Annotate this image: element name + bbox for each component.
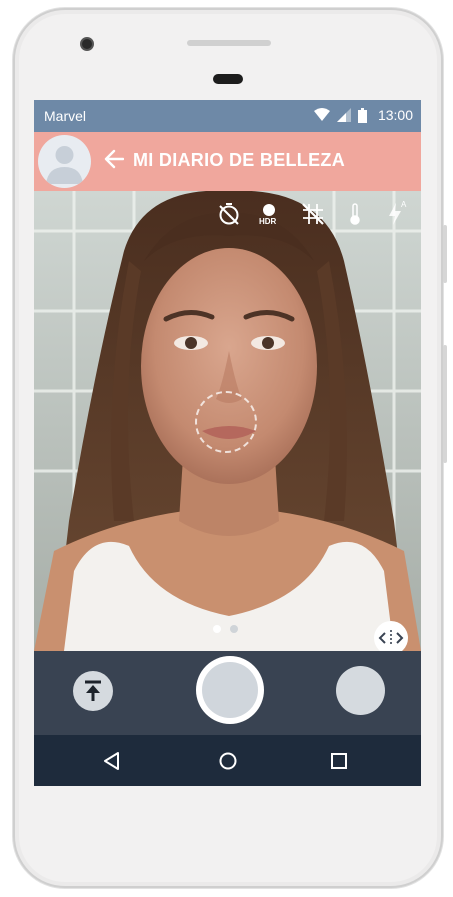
carrier-name: Marvel — [44, 108, 87, 124]
flash-mode-label: A — [401, 200, 407, 209]
recents-square-icon[interactable] — [328, 750, 350, 772]
earpiece-speaker — [187, 40, 271, 46]
gallery-button[interactable] — [336, 666, 385, 715]
system-nav-bar — [34, 735, 421, 786]
grid-off-icon[interactable] — [300, 201, 326, 227]
flip-camera-icon — [378, 630, 404, 646]
front-camera-icon — [80, 37, 94, 51]
avatar[interactable] — [38, 135, 91, 188]
battery-icon — [357, 107, 367, 123]
wifi-icon — [313, 108, 330, 121]
back-triangle-icon[interactable] — [101, 750, 123, 772]
power-button — [443, 225, 447, 283]
user-silhouette-icon — [46, 146, 83, 184]
signal-icon — [336, 108, 351, 122]
camera-preview[interactable]: HDR A — [34, 191, 421, 651]
flip-camera-button[interactable] — [374, 621, 408, 651]
thermometer-icon[interactable] — [342, 201, 368, 227]
hdr-icon[interactable]: HDR — [256, 201, 282, 227]
volume-button — [443, 345, 447, 463]
page-indicator — [213, 625, 238, 633]
app-bar: MI DIARIO DE BELLEZA — [34, 132, 421, 191]
camera-toolbar: HDR A — [34, 200, 421, 231]
status-icons: 13:00 — [313, 107, 413, 123]
page-dot-active[interactable] — [213, 625, 221, 633]
flash-auto-icon[interactable]: A — [384, 200, 410, 227]
focus-ring — [195, 391, 257, 453]
proximity-sensor — [213, 74, 243, 84]
page-dot[interactable] — [230, 625, 238, 633]
home-circle-icon[interactable] — [217, 750, 239, 772]
camera-controls — [34, 651, 421, 735]
status-time: 13:00 — [377, 107, 413, 123]
page-title: MI DIARIO DE BELLEZA — [133, 150, 345, 170]
shutter-button[interactable] — [196, 656, 264, 724]
upload-button[interactable] — [73, 671, 113, 711]
status-bar: Marvel 13:00 — [34, 100, 421, 132]
shutter-icon — [202, 662, 258, 718]
hdr-label: HDR — [259, 217, 277, 226]
back-arrow-icon[interactable] — [104, 149, 125, 174]
timer-off-icon[interactable] — [216, 201, 242, 227]
phone-screen: Marvel 13:00 MI DIARIO DE BELLEZA HDR A — [34, 100, 421, 786]
upload-icon — [85, 680, 101, 701]
